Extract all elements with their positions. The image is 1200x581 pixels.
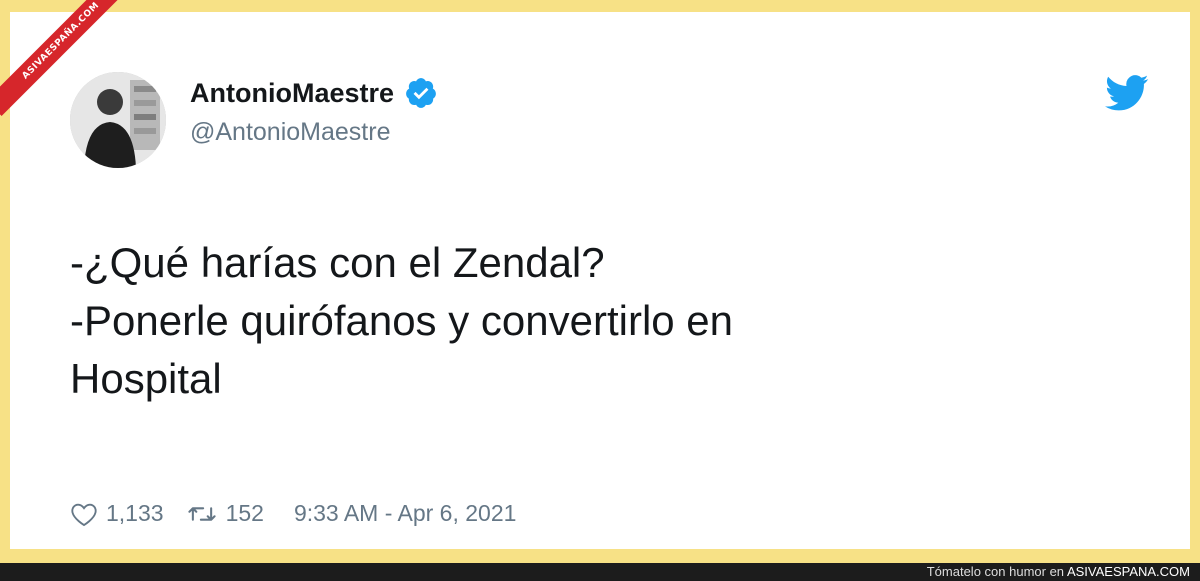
tweet-text: -¿Qué harías con el Zendal? -Ponerle qui… [70,234,1150,408]
tweet-text-line: Hospital [70,355,222,402]
footer-bar-prefix: Tómatelo con humor en [926,564,1065,579]
tweet-text-line: -Ponerle quirófanos y convertirlo en [70,297,734,344]
footer-bar-text: Tómatelo con humor en ASIVAESPANA.COM [927,563,1190,581]
author-handle[interactable]: @AntonioMaestre [190,118,390,147]
tweet-card: AntonioMaestre @AntonioMaestre -¿Qué har… [10,12,1190,549]
retweet-count: 152 [225,500,264,526]
avatar[interactable] [70,72,166,168]
heart-icon[interactable] [70,501,98,527]
tweet-text-line: -¿Qué harías con el Zendal? [70,239,605,286]
like-count: 1,133 [106,500,164,526]
retweet-icon[interactable] [186,502,218,526]
footer-bar-brand[interactable]: ASIVAESPANA.COM [1067,564,1190,579]
verified-badge-icon [406,78,436,108]
tweet-footer: 1,133 152 9:33 AM - Apr 6, 2021 [70,500,516,527]
twitter-bird-icon[interactable] [1105,74,1149,112]
author-name[interactable]: AntonioMaestre [190,78,394,109]
tweet-timestamp[interactable]: 9:33 AM - Apr 6, 2021 [294,500,516,527]
avatar-image [70,72,166,168]
author-row: AntonioMaestre [190,76,438,110]
footer-bar: Tómatelo con humor en ASIVAESPANA.COM [0,563,1200,581]
